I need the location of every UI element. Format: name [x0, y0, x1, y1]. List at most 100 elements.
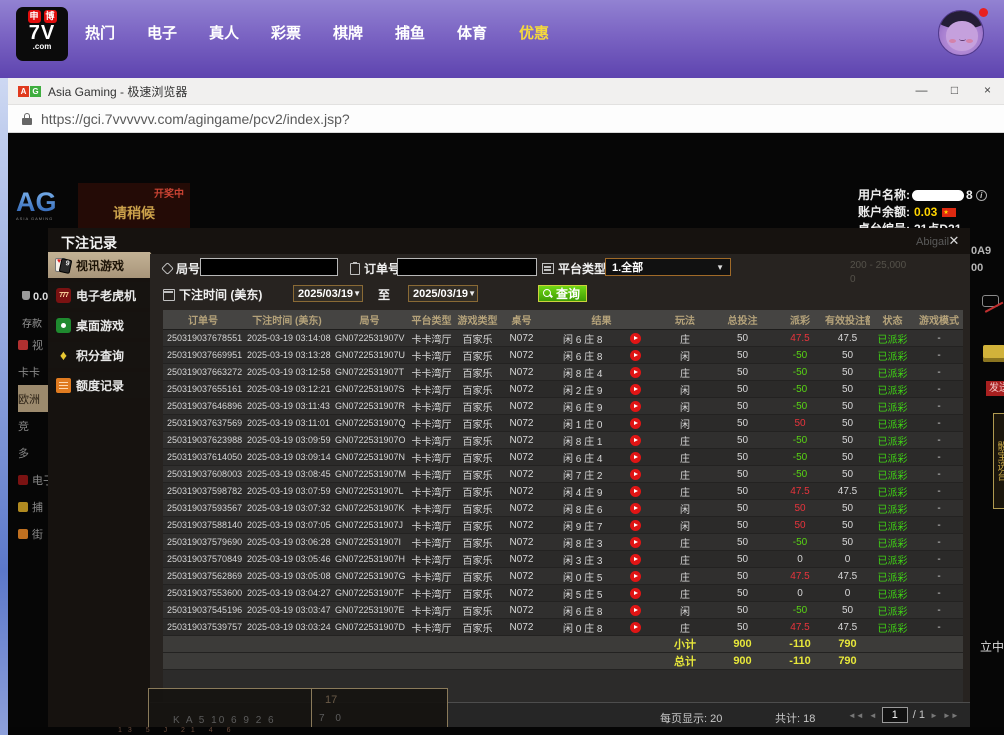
cell: 2025-03-19 03:08:45	[243, 469, 331, 479]
tab-slot-machines[interactable]: 777 电子老虎机	[48, 282, 150, 308]
tab-live-games[interactable]: 视讯游戏	[48, 252, 150, 278]
table-row: 2503190375796902025-03-19 03:06:28GN0722…	[163, 534, 963, 551]
dice-table-select-tab[interactable]: 骰宝选台	[993, 413, 1004, 509]
replay-video-icon[interactable]	[630, 571, 641, 582]
cell: 250319037608003	[163, 469, 243, 479]
cell: 百家乐	[455, 416, 500, 431]
chat-muted-icon[interactable]	[982, 295, 999, 307]
cell: 250319037655161	[163, 384, 243, 394]
top-nav-bar: 申 博 7V .com 热门 电子 真人 彩票 棋牌 捕鱼 体育 优惠	[0, 0, 1004, 78]
desktop-edge	[0, 78, 8, 735]
close-window-button[interactable]: ×	[971, 78, 1004, 105]
last-page-button[interactable]: ►►	[943, 711, 959, 720]
date-from-picker[interactable]: 2025/03/19 ▼	[293, 285, 363, 302]
cell: -50	[775, 605, 825, 616]
first-page-button[interactable]: ◄◄	[848, 711, 864, 720]
close-modal-icon[interactable]: ✕	[946, 233, 962, 249]
cell: 庄	[660, 433, 710, 448]
cell: 闲 8 庄 4	[543, 365, 660, 380]
date-to-picker[interactable]: 2025/03/19 ▼	[408, 285, 478, 302]
cell: 250319037663272	[163, 367, 243, 377]
tab-points-query[interactable]: ♦ 积分查询	[48, 342, 150, 368]
cell: GN0722531907S	[331, 384, 408, 394]
platform-type-select[interactable]: 1.全部 ▼	[605, 258, 731, 276]
cell: 百家乐	[455, 467, 500, 482]
tab-quota-records[interactable]: 额度记录	[48, 372, 150, 398]
nav-item-lottery[interactable]: 彩票	[270, 22, 302, 43]
replay-video-icon[interactable]	[630, 605, 641, 616]
cell: 50	[825, 418, 870, 429]
replay-video-icon[interactable]	[630, 435, 641, 446]
cell: 2025-03-19 03:05:08	[243, 571, 331, 581]
cell: GN0722531907M	[331, 469, 408, 479]
replay-video-icon[interactable]	[630, 452, 641, 463]
cell: GN0722531907K	[331, 503, 408, 513]
info-icon[interactable]: i	[976, 190, 987, 201]
cell: 庄	[660, 552, 710, 567]
tab-table-games[interactable]: 桌面游戏	[48, 312, 150, 338]
cell: N072	[500, 384, 543, 395]
replay-video-icon[interactable]	[630, 520, 641, 531]
cell: 50	[825, 503, 870, 514]
send-button[interactable]: 发送	[986, 381, 1004, 396]
round-no-input[interactable]	[200, 258, 338, 276]
cell: GN0722531907I	[331, 537, 408, 547]
maximize-button[interactable]: □	[938, 78, 971, 105]
diamond-icon: ♦	[56, 348, 71, 363]
chevron-down-icon: ▼	[468, 289, 476, 298]
replay-video-icon[interactable]	[630, 333, 641, 344]
replay-video-icon[interactable]	[630, 350, 641, 361]
cell: 2025-03-19 03:12:21	[243, 384, 331, 394]
replay-video-icon[interactable]	[630, 588, 641, 599]
cell: GN0722531907E	[331, 605, 408, 615]
cell: 闲 6 庄 9	[543, 399, 660, 414]
search-button[interactable]: 查询	[538, 285, 587, 302]
cell: GN0722531907J	[331, 520, 408, 530]
replay-video-icon[interactable]	[630, 622, 641, 633]
cell: 已派彩	[870, 399, 915, 414]
replay-video-icon[interactable]	[630, 367, 641, 378]
cell: -50	[775, 435, 825, 446]
prev-page-button[interactable]: ◄	[869, 711, 877, 720]
replay-video-icon[interactable]	[630, 418, 641, 429]
cell: 250319037579690	[163, 537, 243, 547]
nav-item-hot[interactable]: 热门	[84, 22, 116, 43]
cell: N072	[500, 622, 543, 633]
replay-video-icon[interactable]	[630, 554, 641, 565]
order-no-input[interactable]	[397, 258, 537, 276]
replay-video-icon[interactable]	[630, 384, 641, 395]
lobby-status-panel: 开奖中 请稍候	[78, 183, 190, 229]
cell: 闲	[660, 416, 710, 431]
cell: N072	[500, 520, 543, 531]
page-number-input[interactable]: 1	[882, 707, 908, 723]
cell: 2025-03-19 03:11:01	[243, 418, 331, 428]
nav-item-slots[interactable]: 电子	[146, 22, 178, 43]
cell: N072	[500, 503, 543, 514]
replay-video-icon[interactable]	[630, 486, 641, 497]
cell: 卡卡湾厅	[408, 586, 455, 601]
cell: 2025-03-19 03:03:24	[243, 622, 331, 632]
cell: 卡卡湾厅	[408, 569, 455, 584]
next-page-button[interactable]: ►	[930, 711, 938, 720]
cell: 闲 2 庄 9	[543, 382, 660, 397]
site-logo[interactable]: 申 博 7V .com	[16, 7, 68, 61]
cell: 卡卡湾厅	[408, 518, 455, 533]
nav-item-sports[interactable]: 体育	[456, 22, 488, 43]
nav-item-board[interactable]: 棋牌	[332, 22, 364, 43]
cell: 闲 0 庄 5	[543, 569, 660, 584]
replay-video-icon[interactable]	[630, 401, 641, 412]
replay-video-icon[interactable]	[630, 537, 641, 548]
nav-item-live[interactable]: 真人	[208, 22, 240, 43]
url-bar[interactable]: https://gci.7vvvvvv.com/agingame/pcv2/in…	[8, 105, 1004, 133]
cell: -	[915, 350, 963, 361]
nav-item-fishing[interactable]: 捕鱼	[394, 22, 426, 43]
minimize-button[interactable]: —	[905, 78, 938, 105]
replay-video-icon[interactable]	[630, 503, 641, 514]
user-avatar[interactable]	[938, 8, 988, 58]
deposit-link[interactable]: 存款	[22, 315, 42, 330]
money-bag-icon	[22, 291, 30, 300]
list-icon	[542, 263, 554, 274]
replay-video-icon[interactable]	[630, 469, 641, 480]
nav-item-promo[interactable]: 优惠	[518, 22, 550, 43]
bet-table: 订单号 下注时间 (美东) 局号 平台类型 游戏类型 桌号 结果 玩法 总投注 …	[163, 310, 963, 702]
